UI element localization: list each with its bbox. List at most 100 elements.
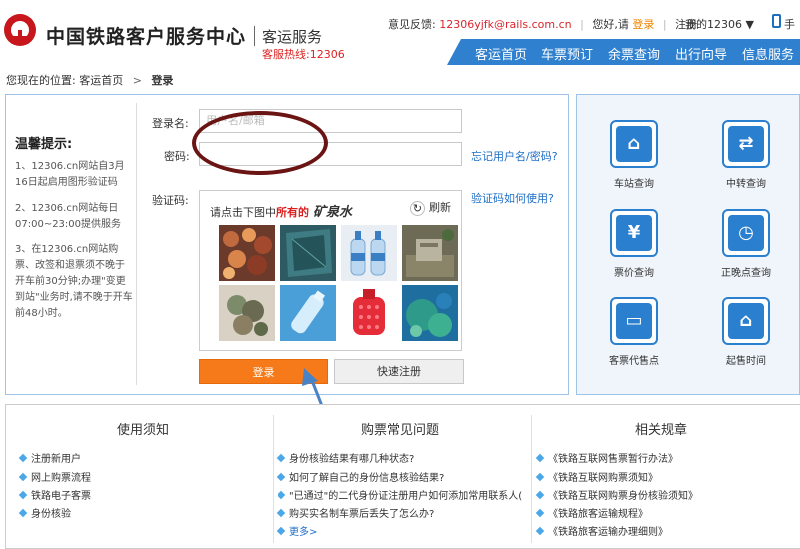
faq-link[interactable]: 如何了解自己的身份信息核验结果? [276,469,444,484]
bullet-icon [276,453,286,463]
column-divider [531,415,532,543]
delay-query-label[interactable]: 正晚点查询 [706,264,786,279]
bullet-icon [276,508,286,518]
sale-time-label[interactable]: 起售时间 [706,352,786,367]
nav-item-travel-guide[interactable]: 出行向导 [675,44,727,63]
site-subtitle: 客运服务 [262,28,323,46]
faq-title: 购票常见问题 [361,423,440,438]
faq-more-link[interactable]: 更多> [276,523,317,538]
nav-item-booking[interactable]: 车票预订 [541,44,593,63]
hotline-text: 客服热线:12306 [262,48,345,61]
transfer-icon: ⇄ [738,133,754,154]
ticket-agent-label[interactable]: 客票代售点 [594,352,674,367]
railway-logo-icon [4,14,36,46]
tip-item: 3、在12306.cn网站购票、改签和退票须不晚于开车前30分钟;办理"变更到站… [15,244,133,319]
bullet-icon [18,472,28,482]
my12306-menu[interactable]: 我的12306 ▼ [685,16,754,32]
captcha-box: 请点击下图中所有的 矿泉水 ↻ 刷新 [199,190,462,351]
nav-item-remaining-tickets[interactable]: 余票查询 [608,44,660,63]
captcha-tile-coral[interactable] [219,225,275,281]
usage-link[interactable]: 身份核验 [18,505,71,520]
forgot-password-link[interactable]: 忘记用户名/密码? [471,148,558,164]
rules-link[interactable]: 《铁路互联网购票身份核验须知》 [535,487,698,502]
captcha-tile-water-bottles[interactable] [341,225,397,281]
captcha-help-link[interactable]: 验证码如何使用? [471,190,554,206]
tip-item: 1、12306.cn网站自3月16日起启用图形验证码 [15,161,125,188]
column-divider [273,415,274,543]
delay-query-tile[interactable]: ◷ [722,209,770,257]
breadcrumb: 您现在的位置: 客运首页 > 登录 [6,72,173,88]
breadcrumb-prefix: 您现在的位置: [6,74,76,87]
separator: | [662,18,667,31]
usage-link[interactable]: 网上购票流程 [18,469,91,484]
faq-link[interactable]: 购买实名制车票后丢失了怎么办? [276,505,434,520]
refresh-label: 刷新 [429,201,451,214]
transfer-query-label[interactable]: 中转查询 [706,175,786,190]
station-icon: ⌂ [627,133,641,154]
station-query-label[interactable]: 车站查询 [594,175,674,190]
usage-link[interactable]: 注册新用户 [18,450,81,465]
sale-time-tile[interactable]: ⌂ [722,297,770,345]
refresh-icon: ↻ [410,200,425,216]
bullet-icon [18,508,28,518]
captcha-prompt-highlight: 所有的 [276,206,309,219]
feedback-email-link[interactable]: 12306yjfk@rails.com.cn [439,18,571,31]
rules-link[interactable]: 《铁路旅客运输办理细则》 [535,523,668,538]
captcha-tile-shells[interactable] [219,285,275,341]
clock-icon: ◷ [738,222,754,243]
breadcrumb-home-link[interactable]: 客运首页 [79,74,123,87]
username-label: 登录名: [152,117,189,130]
mobile-phone-icon[interactable] [772,14,781,28]
captcha-tile-coral-reef[interactable] [402,285,458,341]
info-section: 使用须知 注册新用户 网上购票流程 铁路电子客票 身份核验 购票常见问题 身份核… [5,404,800,549]
bullet-icon [278,490,286,500]
mobile-link[interactable]: 手 [784,16,795,32]
ticket-agent-icon: ▭ [625,310,643,331]
fare-query-tile[interactable]: ¥ [610,209,658,257]
rules-link[interactable]: 《铁路旅客运输规程》 [535,505,648,520]
bullet-icon [535,472,545,482]
logo-divider [254,26,255,46]
bullet-icon [535,508,545,518]
top-links: 意见反馈: 12306yjfk@rails.com.cn | 您好,请 登录 |… [388,16,697,32]
annotation-ellipse [192,111,328,175]
bullet-icon [276,472,286,482]
faq-link[interactable]: "已通过"的二代身份证注册用户如何添加常用联系人( [278,487,528,502]
quick-register-button[interactable]: 快速注册 [334,359,464,384]
captcha-tile-red-hot-water-bag[interactable] [341,285,397,341]
bullet-icon [276,526,286,536]
bullet-icon [18,453,28,463]
usage-title: 使用须知 [117,423,170,438]
faq-link[interactable]: 身份核验结果有哪几种状态? [276,450,414,465]
feedback-label: 意见反馈: [388,18,436,31]
panel-divider [136,103,137,385]
bullet-icon [535,526,545,536]
captcha-target-word: 矿泉水 [313,205,353,220]
quick-services-panel: ⌂ 车站查询 ⇄ 中转查询 ¥ 票价查询 ◷ 正晚点查询 ▭ 客票代售点 ⌂ 起… [576,94,800,395]
captcha-refresh-button[interactable]: ↻ 刷新 [410,199,451,216]
breadcrumb-current: 登录 [151,74,174,87]
ticket-agent-tile[interactable]: ▭ [610,297,658,345]
login-button[interactable]: 登录 [199,359,328,384]
header-login-link[interactable]: 登录 [632,16,654,32]
usage-link[interactable]: 铁路电子客票 [18,487,91,502]
station-query-tile[interactable]: ⌂ [610,120,658,168]
password-label: 密码: [164,150,190,163]
transfer-query-tile[interactable]: ⇄ [722,120,770,168]
bullet-icon [535,490,545,500]
nav-item-info-service[interactable]: 信息服务 [742,44,794,63]
fare-query-label[interactable]: 票价查询 [594,264,674,279]
captcha-tile-green-plate[interactable] [280,225,336,281]
nav-item-home[interactable]: 客运首页 [475,44,527,63]
greeting-text: 您好,请 [592,18,629,31]
captcha-tile-aerial-building[interactable] [402,225,458,281]
captcha-tile-bottle-blue[interactable] [280,285,336,341]
breadcrumb-arrow: > [132,74,142,87]
bullet-icon [535,453,545,463]
rules-link[interactable]: 《铁路互联网购票须知》 [535,469,658,484]
site-logo-text[interactable]: 中国铁路客户服务中心 [46,22,246,49]
rules-link[interactable]: 《铁路互联网售票暂行办法》 [535,450,678,465]
captcha-prompt: 请点击下图中所有的 矿泉水 [210,201,352,220]
separator: | [580,18,584,31]
rules-title: 相关规章 [635,423,688,438]
